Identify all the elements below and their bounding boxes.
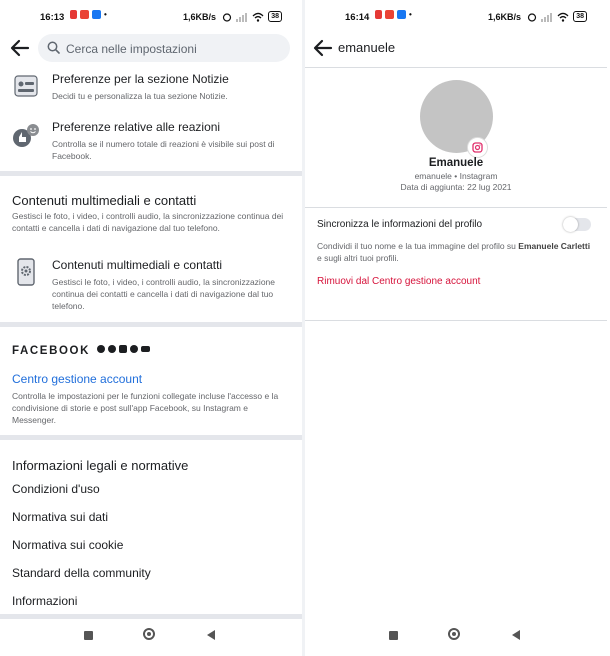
facebook-notification-icon <box>397 10 406 19</box>
wifi-icon <box>252 12 264 22</box>
reactions-preferences-title: Preferenze relative alle reazioni <box>52 120 221 134</box>
section-divider <box>0 171 302 176</box>
data-policy-link[interactable]: Normativa sui dati <box>12 510 108 524</box>
android-nav-bar <box>0 618 302 656</box>
about-link[interactable]: Informazioni <box>12 594 77 608</box>
facebook-wordmark: FACEBOOK <box>12 345 90 357</box>
section-divider <box>0 322 302 327</box>
community-standards-link[interactable]: Standard della community <box>12 566 151 580</box>
facebook-icon <box>97 345 105 353</box>
profile-date-added: Data di aggiunta: 22 lug 2021 <box>400 182 512 192</box>
media-contacts-title: Contenuti multimediali e contatti <box>52 258 223 272</box>
profile-source: emanuele • Instagram <box>414 171 498 181</box>
back-arrow-icon[interactable] <box>312 37 334 59</box>
section-divider <box>0 435 302 440</box>
news-preferences-desc: Decidi tu e personalizza la tua sezione … <box>52 91 228 101</box>
status-time: 16:14 <box>345 12 370 23</box>
left-phone-screen: 16:13 • 1,6KB/s 38 Cerca nelle impostazi… <box>0 0 302 656</box>
profile-name: Emanuele <box>428 157 484 169</box>
search-icon <box>47 41 60 54</box>
more-notifications-dot: • <box>409 10 412 19</box>
recent-apps-button[interactable] <box>84 631 93 640</box>
whatsapp-icon <box>130 345 138 353</box>
media-contacts-row[interactable]: Contenuti multimediali e contatti Gestis… <box>12 258 294 314</box>
terms-of-use-link[interactable]: Condizioni d'uso <box>12 482 100 496</box>
wifi-icon <box>557 12 569 22</box>
instagram-badge-icon <box>467 137 488 158</box>
notification-icons: • <box>375 10 412 19</box>
signal-icon <box>236 12 248 22</box>
accounts-center-link[interactable]: Centro gestione account <box>12 372 142 386</box>
phone-settings-icon <box>17 258 35 286</box>
media-section-desc: Gestisci le foto, i video, i controlli a… <box>12 211 284 233</box>
android-nav-bar <box>305 618 607 656</box>
gmail-icon <box>385 10 394 19</box>
legal-section-title: Informazioni legali e normative <box>12 458 189 473</box>
portal-icon <box>141 346 150 352</box>
media-contacts-desc: Gestisci le foto, i video, i controlli a… <box>52 277 275 311</box>
more-notifications-dot: • <box>104 10 107 19</box>
cookie-policy-link[interactable]: Normativa sui cookie <box>12 538 123 552</box>
status-time: 16:13 <box>40 12 65 23</box>
system-icons: 38 <box>527 11 587 22</box>
alarm-icon <box>223 12 232 22</box>
news-feed-icon <box>14 75 38 97</box>
sync-desc-account-name: Emanuele Carletti <box>518 241 591 251</box>
network-speed: 1,6KB/s <box>182 12 216 22</box>
battery-icon: 38 <box>268 11 282 22</box>
search-box[interactable] <box>38 34 290 64</box>
news-preferences-title: Preferenze per la sezione Notizie <box>52 72 229 86</box>
home-button[interactable] <box>448 628 460 640</box>
search-input[interactable] <box>64 34 288 64</box>
battery-icon: 38 <box>573 11 587 22</box>
system-icons: 38 <box>222 11 282 22</box>
back-arrow-icon[interactable] <box>9 37 31 59</box>
alarm-icon <box>528 12 537 22</box>
instagram-icon <box>119 345 127 353</box>
reactions-icon <box>13 124 39 147</box>
section-divider <box>305 207 607 208</box>
app-notification-icon <box>70 10 77 19</box>
page-title: emanuele <box>338 40 396 55</box>
news-preferences-row[interactable]: Preferenze per la sezione Notizie Decidi… <box>12 72 294 108</box>
notification-icons: • <box>70 10 107 19</box>
app-notification-icon <box>375 10 382 19</box>
status-bar: 16:14 • 1,6KB/s 38 <box>305 0 607 32</box>
sync-desc-suffix: e sugli altri tuoi profili. <box>317 253 399 263</box>
gmail-icon <box>80 10 89 19</box>
sync-profile-title: Sincronizza le informazioni del profilo <box>317 219 483 230</box>
meta-apps-icons <box>97 345 150 353</box>
sync-desc-prefix: Condividi il tuo nome e la tua immagine … <box>317 241 519 251</box>
app-bar <box>0 32 302 66</box>
reactions-preferences-desc: Controlla se il numero totale di reazion… <box>52 139 275 161</box>
system-back-button[interactable] <box>207 630 215 640</box>
media-section-title: Contenuti multimediali e contatti <box>12 193 197 208</box>
signal-icon <box>541 12 553 22</box>
home-button[interactable] <box>143 628 155 640</box>
sync-profile-toggle[interactable] <box>563 217 591 232</box>
facebook-notification-icon <box>92 10 101 19</box>
sync-profile-desc: Condividi il tuo nome e la tua immagine … <box>317 240 597 264</box>
network-speed: 1,6KB/s <box>487 12 521 22</box>
remove-from-accounts-center-button[interactable]: Rimuovi dal Centro gestione account <box>317 276 480 287</box>
app-bar: emanuele <box>305 32 607 66</box>
right-phone-screen: 16:14 • 1,6KB/s 38 emanuele Emanuele ema… <box>305 0 607 656</box>
reactions-preferences-row[interactable]: Preferenze relative alle reazioni Contro… <box>12 120 294 164</box>
system-back-button[interactable] <box>512 630 520 640</box>
status-bar: 16:13 • 1,6KB/s 38 <box>0 0 302 32</box>
accounts-center-desc: Controlla le impostazioni per le funzion… <box>12 391 279 425</box>
recent-apps-button[interactable] <box>389 631 398 640</box>
header-divider <box>305 67 607 68</box>
section-divider <box>305 320 607 321</box>
messenger-icon <box>108 345 116 353</box>
